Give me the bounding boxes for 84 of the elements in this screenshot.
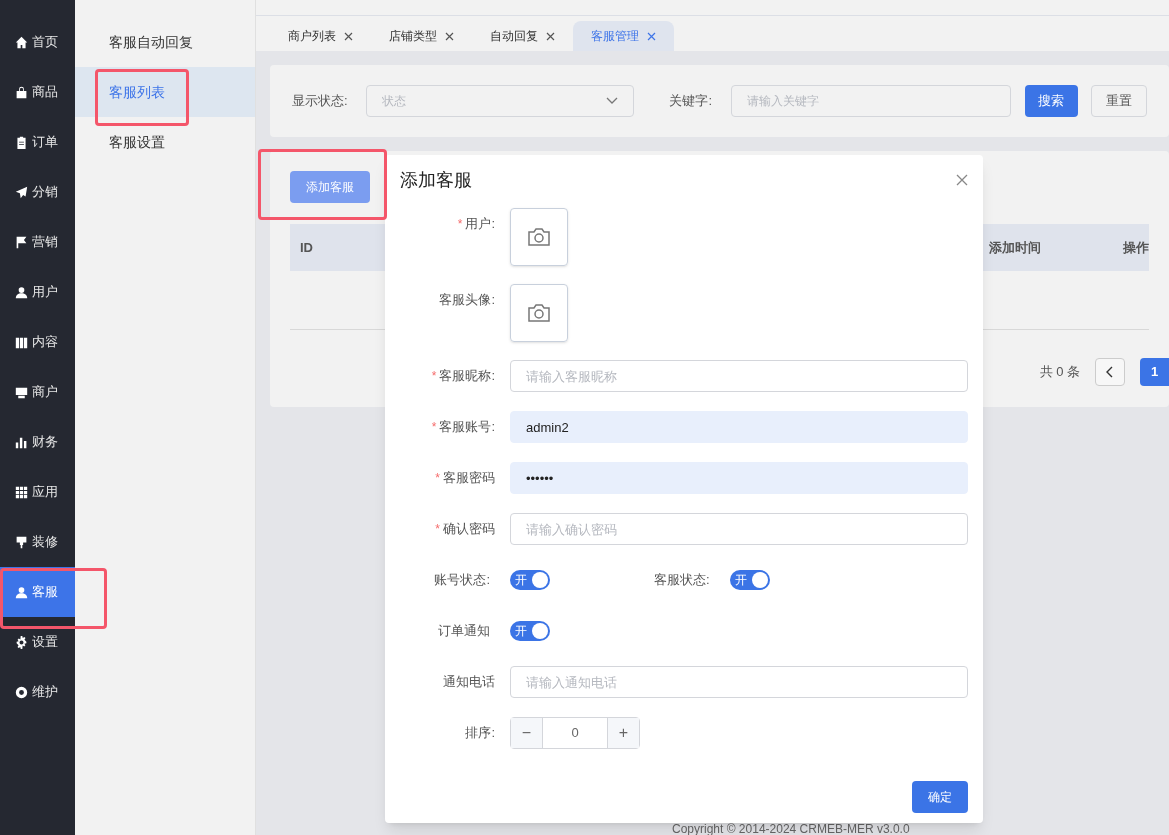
toggle-switch[interactable]: 开	[510, 621, 550, 641]
toggle-switch[interactable]: 开	[729, 570, 770, 590]
chevron-left-icon	[1106, 366, 1114, 378]
tab[interactable]: 商户列表	[270, 21, 371, 51]
submenu-item[interactable]: 客服设置	[75, 117, 255, 167]
sidebar-item[interactable]: 设置	[0, 617, 75, 667]
reset-button[interactable]: 重置	[1091, 85, 1147, 117]
dialog-title: 添加客服	[400, 168, 472, 192]
bar-chart-icon	[15, 435, 28, 449]
lifebuoy-icon	[15, 685, 28, 699]
upload-box[interactable]	[510, 208, 568, 266]
tab[interactable]: 客服管理	[573, 21, 674, 51]
field-label: 客服密码	[443, 469, 495, 488]
close-icon[interactable]	[956, 174, 968, 186]
text-field[interactable]: 请输入客服昵称	[510, 360, 968, 392]
close-icon[interactable]	[344, 31, 353, 41]
gear-icon	[15, 635, 28, 649]
text-field[interactable]: 请输入确认密码	[510, 513, 968, 545]
field-label: 排序:	[465, 724, 495, 743]
toggle-switch[interactable]: 开	[510, 570, 550, 590]
close-icon[interactable]	[546, 31, 555, 41]
confirm-button[interactable]: 确定	[912, 781, 968, 813]
text-field[interactable]: 请输入通知电话	[510, 666, 968, 698]
sidebar-item[interactable]: 客服	[0, 567, 75, 617]
tab[interactable]: 店铺类型	[371, 21, 472, 51]
close-icon[interactable]	[647, 31, 656, 41]
monitor-icon	[15, 385, 28, 399]
field-label: 通知电话	[443, 673, 495, 692]
person-icon	[15, 585, 28, 599]
sidebar-item[interactable]: 装修	[0, 517, 75, 567]
text-field[interactable]: ••••••	[510, 462, 968, 494]
page-button[interactable]: 1	[1140, 358, 1169, 386]
sidebar-item[interactable]: 应用	[0, 467, 75, 517]
sidebar-item[interactable]: 首页	[0, 17, 75, 67]
field-label: 订单通知	[438, 622, 490, 641]
field-label: 客服头像:	[439, 291, 495, 309]
field-label: 客服状态:	[654, 571, 710, 590]
camera-icon	[527, 227, 551, 247]
filter-label: 显示状态:	[292, 92, 349, 111]
book-icon	[15, 335, 28, 349]
upload-box[interactable]	[510, 284, 568, 342]
filter-label: 关键字:	[669, 92, 714, 111]
column-header: ID	[300, 239, 313, 257]
number-stepper[interactable]: − 0 +	[510, 717, 640, 749]
column-header: 操作	[1123, 239, 1149, 257]
sidebar-item[interactable]: 维护	[0, 667, 75, 717]
required-mark: *	[435, 521, 440, 538]
sidebar-item[interactable]: 商户	[0, 367, 75, 417]
sidebar-item[interactable]: 财务	[0, 417, 75, 467]
sidebar-item[interactable]: 内容	[0, 317, 75, 367]
camera-icon	[527, 303, 551, 323]
home-icon	[15, 35, 28, 49]
field-label: 用户:	[465, 215, 495, 233]
sidebar-item[interactable]: 商品	[0, 67, 75, 117]
copyright-text: Copyright © 2014-2024 CRMEB-MER v3.0.0	[672, 823, 910, 835]
person-icon	[15, 285, 28, 299]
sidebar-item[interactable]: 订单	[0, 117, 75, 167]
required-mark: *	[431, 368, 437, 385]
grid-icon	[15, 485, 28, 499]
field-label: 客服昵称:	[439, 367, 495, 386]
submenu-item[interactable]: 客服列表	[75, 67, 255, 117]
paper-plane-icon	[15, 185, 28, 199]
chevron-down-icon	[606, 97, 619, 105]
close-icon[interactable]	[445, 31, 454, 41]
column-header: 添加时间	[989, 239, 1041, 257]
field-label: 客服账号:	[439, 418, 495, 437]
field-label: 账号状态:	[434, 571, 490, 590]
prev-page-button[interactable]	[1095, 358, 1125, 386]
sidebar-item[interactable]: 营销	[0, 217, 75, 267]
sidebar-item[interactable]: 用户	[0, 267, 75, 317]
text-field[interactable]: admin2	[510, 411, 968, 443]
required-mark: *	[431, 419, 437, 436]
search-button[interactable]: 搜索	[1024, 85, 1078, 117]
field-label: 确认密码	[443, 520, 495, 539]
sidebar-item[interactable]: 分销	[0, 167, 75, 217]
bag-icon	[15, 85, 28, 99]
required-mark: *	[435, 470, 440, 487]
total-count: 共 0 条	[1039, 363, 1080, 382]
submenu-item[interactable]: 客服自动回复	[75, 17, 255, 67]
paint-roller-icon	[15, 535, 28, 549]
tab[interactable]: 自动回复	[472, 21, 573, 51]
flag-icon	[15, 235, 28, 249]
clipboard-icon	[15, 135, 28, 149]
required-mark: *	[457, 215, 463, 233]
